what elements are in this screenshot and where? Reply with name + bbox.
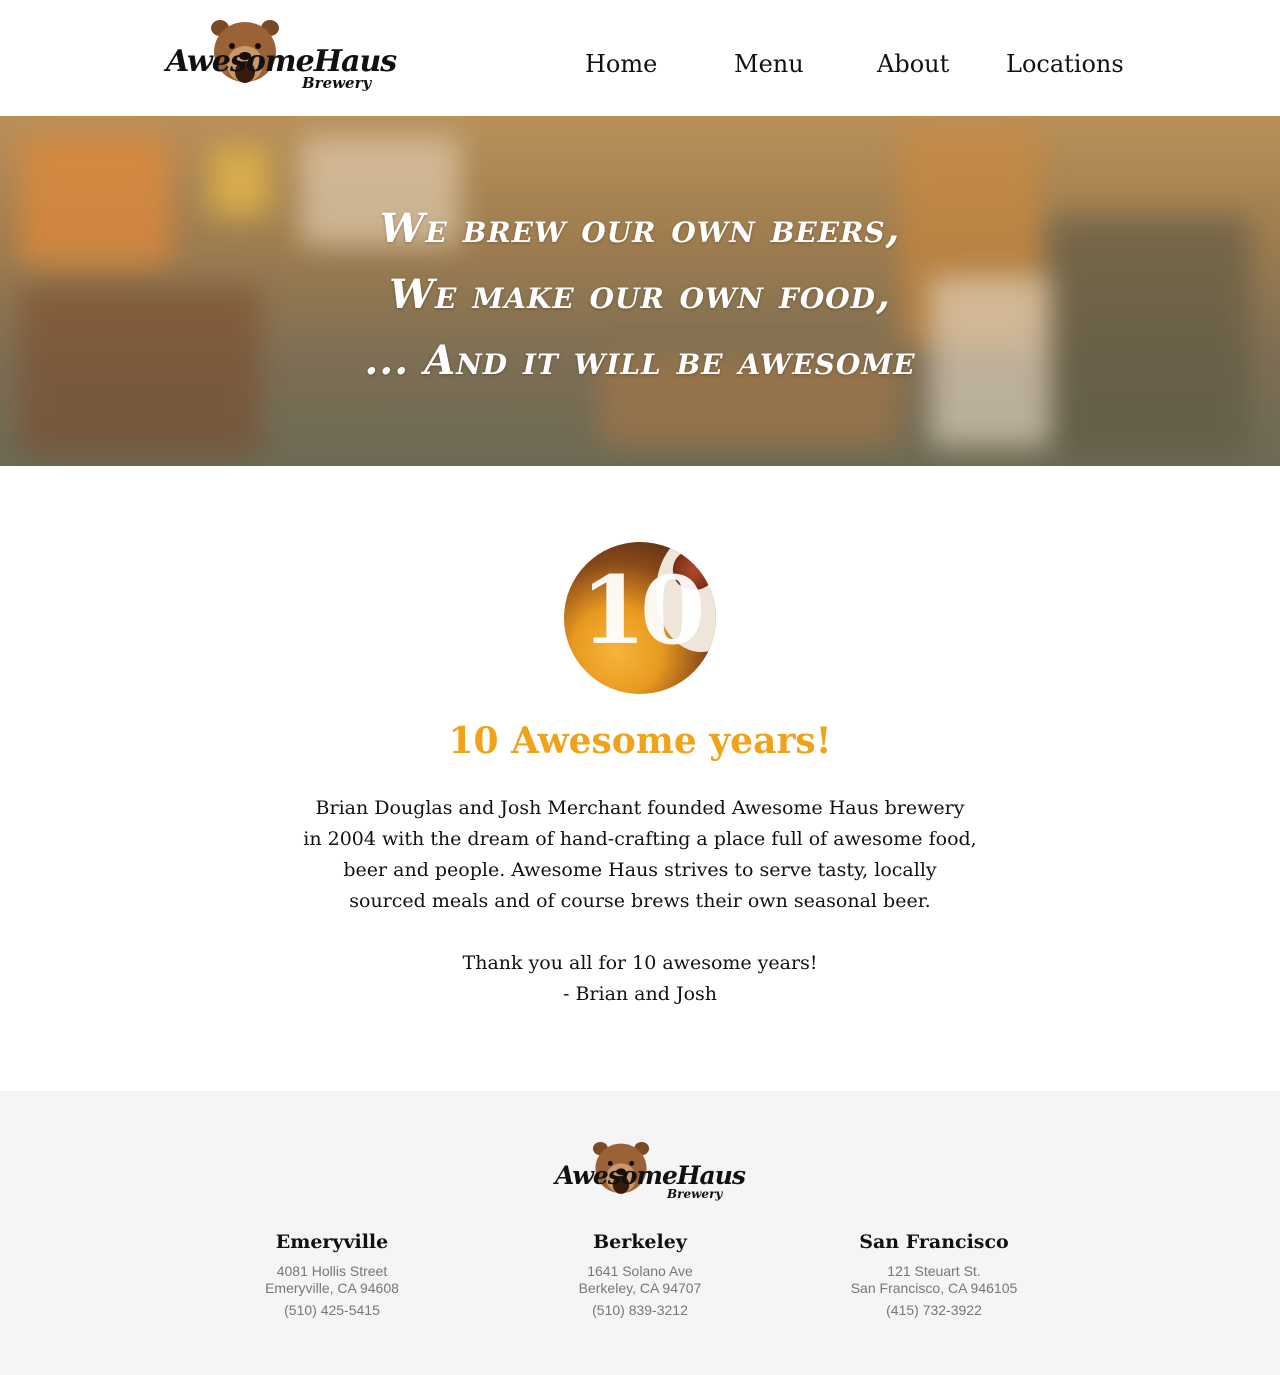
location-phone[interactable]: (510) 839-3212 [490, 1302, 790, 1319]
hero-tagline: We brew our own beers, We make our own f… [0, 196, 1280, 394]
location-street: 1641 Solano Ave [587, 1263, 693, 1279]
nav-locations[interactable]: Locations [1006, 50, 1124, 78]
location-street: 121 Steuart St. [887, 1263, 981, 1279]
nav-about[interactable]: About [877, 50, 949, 78]
main-nav: Home Menu About Locations [0, 50, 1280, 86]
location-city: San Francisco [859, 1231, 1009, 1253]
location-citystate: Emeryville, CA 94608 [265, 1280, 399, 1296]
site-header: AwesomeHaus Brewery Home Menu About Loca… [0, 0, 1280, 116]
hero-banner: We brew our own beers, We make our own f… [0, 116, 1280, 466]
logo-subtitle: Brewery [667, 1187, 723, 1201]
location-phone[interactable]: (415) 732-3922 [784, 1302, 1084, 1319]
badge-number: 10 [580, 556, 706, 666]
location-phone[interactable]: (510) 425-5415 [182, 1302, 482, 1319]
location-emeryville: Emeryville 4081 Hollis Street Emeryville… [182, 1228, 482, 1319]
location-city: Berkeley [593, 1231, 687, 1253]
about-body: Brian Douglas and Josh Merchant founded … [0, 793, 1280, 1010]
logo-wordmark: AwesomeHaus [555, 1161, 746, 1190]
hero-line: We make our own food, [389, 271, 891, 318]
location-citystate: San Francisco, CA 946105 [850, 1280, 1018, 1296]
about-paragraph-line: beer and people. Awesome Haus strives to… [343, 859, 937, 881]
nav-home[interactable]: Home [585, 50, 657, 78]
nav-menu[interactable]: Menu [734, 50, 804, 78]
footer-logo[interactable]: AwesomeHaus Brewery [555, 1137, 746, 1209]
about-paragraph-line: sourced meals and of course brews their … [349, 890, 931, 912]
location-citystate: Berkeley, CA 94707 [578, 1280, 702, 1296]
location-san-francisco: San Francisco 121 Steuart St. San Franci… [784, 1228, 1084, 1319]
location-city: Emeryville [275, 1231, 389, 1253]
location-street: 4081 Hollis Street [276, 1263, 388, 1279]
thanks-line: Thank you all for 10 awesome years! [462, 952, 818, 974]
about-title: 10 Awesome years! [448, 720, 832, 762]
anniversary-badge: 10 [564, 542, 716, 694]
signature-line: - Brian and Josh [563, 983, 717, 1005]
hero-line: ... And it will be awesome [364, 337, 916, 384]
about-paragraph-line: in 2004 with the dream of hand-crafting … [303, 828, 977, 850]
location-berkeley: Berkeley 1641 Solano Ave Berkeley, CA 94… [490, 1228, 790, 1319]
about-paragraph-line: Brian Douglas and Josh Merchant founded … [315, 797, 965, 819]
hero-line: We brew our own beers, [379, 205, 901, 252]
